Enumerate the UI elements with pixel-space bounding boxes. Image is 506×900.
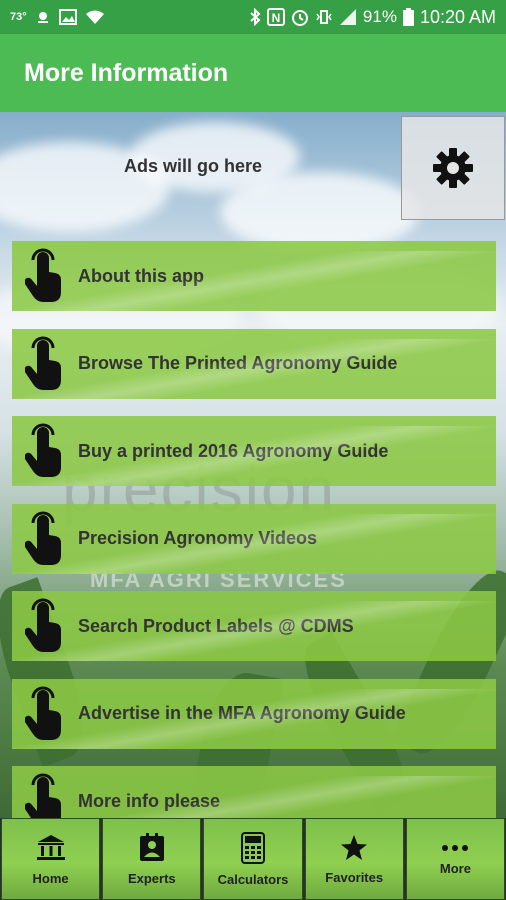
tap-hand-icon (14, 504, 74, 574)
menu-item-label: Search Product Labels @ CDMS (78, 615, 354, 636)
menu-item-videos[interactable]: Precision Agronomy Videos (12, 503, 496, 574)
contact-icon (138, 832, 166, 863)
menu-item-browse-guide[interactable]: Browse The Printed Agronomy Guide (12, 328, 496, 399)
menu-item-label: Buy a printed 2016 Agronomy Guide (78, 440, 389, 461)
app-bar: More Information (0, 34, 506, 112)
tap-hand-icon (14, 329, 74, 399)
calculator-icon (241, 831, 265, 864)
gear-icon (431, 146, 475, 190)
nav-label: Experts (127, 870, 176, 886)
tap-hand-icon (14, 416, 74, 486)
menu-item-label: Browse The Printed Agronomy Guide (78, 353, 398, 373)
nav-more[interactable]: More (405, 818, 506, 900)
menu-item-label: More info please (78, 790, 221, 811)
status-bar: 73° N 91% 10:20 AM (0, 0, 506, 34)
ad-placeholder-text: Ads will go here (124, 156, 263, 176)
settings-button[interactable] (401, 116, 505, 220)
svg-text:N: N (272, 11, 281, 25)
image-icon (58, 9, 77, 25)
vibrate-icon (315, 8, 333, 26)
nav-label: Favorites (325, 869, 384, 885)
battery-icon (402, 8, 414, 26)
bottom-nav: Home Experts Calculators Favorites More (0, 818, 506, 900)
nav-label: More (439, 860, 471, 876)
nav-label: Calculators (217, 871, 289, 887)
menu-item-label: Precision Agronomy Videos (78, 528, 318, 548)
wifi-icon (85, 9, 105, 25)
tap-hand-icon (14, 591, 74, 661)
clock-text: 10:20 AM (419, 6, 496, 27)
bank-icon (36, 833, 66, 863)
nav-label: Home (32, 870, 69, 886)
menu-item-label: Advertise in the MFA Agronomy Guide (78, 703, 406, 723)
menu-item-advertise[interactable]: Advertise in the MFA Agronomy Guide (12, 678, 496, 749)
signal-icon (339, 8, 357, 26)
menu-list: About this app Browse The Printed Agrono… (12, 241, 496, 854)
page-title: More Information (24, 58, 229, 87)
tap-hand-icon (14, 679, 74, 749)
menu-item-buy-guide[interactable]: Buy a printed 2016 Agronomy Guide (12, 416, 496, 486)
nav-home[interactable]: Home (1, 818, 101, 900)
tap-hand-icon (14, 241, 74, 311)
bluetooth-icon (249, 8, 261, 26)
temperature-text: 73° (10, 11, 27, 23)
nav-favorites[interactable]: Favorites (304, 818, 404, 900)
more-dots-icon (441, 843, 469, 853)
menu-item-about[interactable]: About this app (12, 241, 496, 311)
nav-experts[interactable]: Experts (102, 818, 202, 900)
battery-percent: 91% (362, 7, 397, 26)
nav-calculators[interactable]: Calculators (203, 818, 303, 900)
nfc-icon: N (266, 8, 285, 26)
star-icon (340, 834, 368, 862)
menu-item-search-labels[interactable]: Search Product Labels @ CDMS (12, 591, 496, 661)
alarm-icon (291, 8, 309, 26)
menu-item-label: About this app (78, 265, 204, 286)
weather-icon (35, 9, 51, 25)
